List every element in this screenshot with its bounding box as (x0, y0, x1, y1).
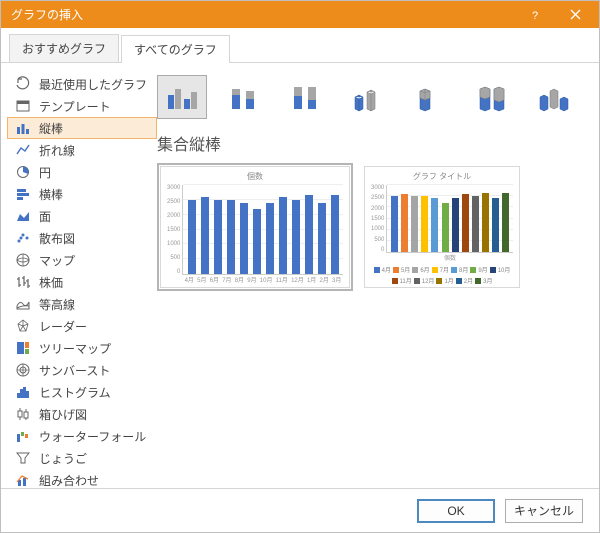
column-chart-icon (15, 120, 31, 136)
sidebar-item-label: サンバースト (39, 362, 110, 379)
sidebar-item-label: じょうご (39, 450, 87, 467)
titlebar: グラフの挿入 ? (1, 1, 599, 28)
subtype-3d-stacked-column[interactable] (405, 75, 455, 119)
boxwhisker-chart-icon (15, 406, 31, 422)
chart-subtype-row (157, 71, 589, 127)
dialog-title: グラフの挿入 (11, 6, 83, 23)
chart-preview-row: 個数3000250020001500100050004月5月6月7月8月9月10… (157, 163, 589, 291)
pie-chart-icon (15, 164, 31, 180)
chart-preview-1[interactable]: 個数3000250020001500100050004月5月6月7月8月9月10… (157, 163, 353, 291)
surface-chart-icon (15, 296, 31, 312)
sidebar-item-label: 縦棒 (39, 120, 63, 137)
preview-title: 個数 (167, 171, 343, 185)
bar-chart-icon (15, 186, 31, 202)
sidebar-item-label: 箱ひげ図 (39, 406, 87, 423)
sidebar-item-label: 株価 (39, 274, 63, 291)
sidebar-item-label: 円 (39, 164, 51, 181)
sidebar-item-label: 組み合わせ (39, 472, 99, 489)
sidebar-item-waterfall[interactable]: ウォーターフォール (7, 425, 157, 447)
sidebar-item-bar[interactable]: 横棒 (7, 183, 157, 205)
template-icon (15, 98, 31, 114)
svg-text:?: ? (532, 10, 538, 21)
sidebar-item-line[interactable]: 折れ線 (7, 139, 157, 161)
tab-strip: おすすめグラフ すべてのグラフ (1, 28, 599, 63)
sidebar-item-sunburst[interactable]: サンバースト (7, 359, 157, 381)
sidebar-item-combo[interactable]: 組み合わせ (7, 469, 157, 488)
sidebar-item-stock[interactable]: 株価 (7, 271, 157, 293)
sidebar-item-label: 最近使用したグラフ (39, 76, 147, 93)
radar-chart-icon (15, 318, 31, 334)
sidebar-item-label: 散布図 (39, 230, 75, 247)
histogram-chart-icon (15, 384, 31, 400)
main-panel: 集合縦棒 個数3000250020001500100050004月5月6月7月8… (157, 71, 589, 484)
cancel-button[interactable]: キャンセル (505, 499, 583, 523)
sidebar-item-label: ツリーマップ (39, 340, 111, 357)
section-title: 集合縦棒 (157, 127, 589, 163)
sidebar-item-scatter[interactable]: 散布図 (7, 227, 157, 249)
line-chart-icon (15, 142, 31, 158)
funnel-chart-icon (15, 450, 31, 466)
sidebar-item-funnel[interactable]: じょうご (7, 447, 157, 469)
sidebar-item-label: マップ (39, 252, 75, 269)
close-button[interactable] (555, 1, 595, 28)
recent-icon (15, 76, 31, 92)
subtype-3d-column[interactable] (529, 75, 579, 119)
subtype-100stacked-column[interactable] (281, 75, 331, 119)
tab-all[interactable]: すべてのグラフ (121, 35, 230, 63)
sidebar-item-label: 折れ線 (39, 142, 75, 159)
sidebar-item-label: ヒストグラム (39, 384, 111, 401)
sidebar-item-label: テンプレート (39, 98, 111, 115)
stock-chart-icon (15, 274, 31, 290)
map-chart-icon (15, 252, 31, 268)
sidebar-item-radar[interactable]: レーダー (7, 315, 157, 337)
chart-preview-2[interactable]: グラフ タイトル300025002000150010005000個数4月5月6月… (361, 163, 523, 291)
sidebar-item-histogram[interactable]: ヒストグラム (7, 381, 157, 403)
subtype-clustered-column[interactable] (157, 75, 207, 119)
area-chart-icon (15, 208, 31, 224)
sidebar-item-label: 等高線 (39, 296, 75, 313)
sidebar-item-map[interactable]: マップ (7, 249, 157, 271)
ok-button[interactable]: OK (417, 499, 495, 523)
sidebar-item-label: ウォーターフォール (39, 428, 146, 445)
sidebar-item-label: 横棒 (39, 186, 63, 203)
sidebar-item-label: 面 (39, 208, 51, 225)
subtype-stacked-column[interactable] (219, 75, 269, 119)
sidebar-item-boxwhisker[interactable]: 箱ひげ図 (7, 403, 157, 425)
treemap-chart-icon (15, 340, 31, 356)
sidebar-item-surface[interactable]: 等高線 (7, 293, 157, 315)
tab-recommended[interactable]: おすすめグラフ (9, 34, 119, 62)
sidebar-item-column[interactable]: 縦棒 (7, 117, 157, 139)
sidebar-item-treemap[interactable]: ツリーマップ (7, 337, 157, 359)
insert-chart-dialog: グラフの挿入 ? おすすめグラフ すべてのグラフ 最近使用したグラフ テンプレー… (0, 0, 600, 533)
sidebar-item-recent[interactable]: 最近使用したグラフ (7, 73, 157, 95)
sidebar-item-templates[interactable]: テンプレート (7, 95, 157, 117)
sidebar-item-label: レーダー (39, 318, 87, 335)
subtype-3d-100stacked-column[interactable] (467, 75, 517, 119)
sidebar-item-area[interactable]: 面 (7, 205, 157, 227)
sidebar-item-pie[interactable]: 円 (7, 161, 157, 183)
sunburst-chart-icon (15, 362, 31, 378)
subtype-3d-clustered-column[interactable] (343, 75, 393, 119)
combo-chart-icon (15, 472, 31, 488)
preview-title: グラフ タイトル (371, 171, 513, 185)
dialog-footer: OK キャンセル (1, 488, 599, 532)
waterfall-chart-icon (15, 428, 31, 444)
scatter-chart-icon (15, 230, 31, 246)
help-button[interactable]: ? (515, 1, 555, 28)
chart-category-sidebar: 最近使用したグラフ テンプレート 縦棒 折れ線 円 横棒 (7, 71, 157, 484)
